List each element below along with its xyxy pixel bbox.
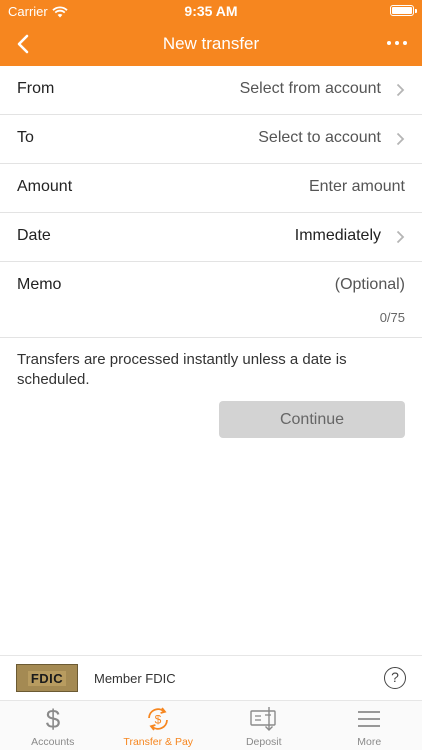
memo-input[interactable]: (Optional) (335, 276, 405, 294)
from-label: From (17, 80, 55, 97)
battery-icon (390, 5, 417, 16)
tab-bar: $ Accounts $ Transfer & Pay Deposit More (0, 700, 422, 750)
more-options-button[interactable] (382, 34, 412, 52)
dollar-icon: $ (46, 705, 61, 733)
svg-text:$: $ (155, 713, 162, 727)
continue-button[interactable]: Continue (219, 401, 405, 438)
transfer-note: Transfers are processed instantly unless… (17, 351, 347, 388)
app-header: Carrier 9:35 AM New transfer (0, 0, 422, 66)
status-time: 9:35 AM (184, 3, 238, 19)
help-icon[interactable]: ? (384, 667, 406, 689)
date-label: Date (17, 227, 51, 244)
memo-character-counter: 0/75 (379, 310, 405, 325)
check-deposit-icon (250, 707, 276, 731)
memo-row[interactable]: Memo (Optional) 0/75 (0, 262, 422, 338)
tab-transfer-pay[interactable]: $ Transfer & Pay (106, 701, 212, 750)
to-label: To (17, 129, 34, 146)
member-fdic-label: Member FDIC (94, 671, 176, 686)
svg-text:$: $ (46, 705, 61, 733)
date-value: Immediately (294, 227, 381, 244)
chevron-right-icon (396, 83, 405, 97)
tab-deposit[interactable]: Deposit (211, 701, 317, 750)
tab-transfer-pay-label: Transfer & Pay (123, 736, 194, 748)
tab-more-label: More (357, 736, 382, 748)
tab-accounts[interactable]: $ Accounts (0, 701, 106, 750)
chevron-right-icon (396, 230, 405, 244)
to-account-row[interactable]: To Select to account (0, 115, 422, 164)
date-row[interactable]: Date Immediately (0, 213, 422, 262)
memo-label: Memo (17, 276, 62, 293)
nav-bar: New transfer (0, 22, 422, 66)
amount-label: Amount (17, 178, 73, 195)
from-account-row[interactable]: From Select from account (0, 66, 422, 115)
from-value: Select from account (239, 80, 381, 97)
chevron-right-icon (396, 132, 405, 146)
tab-more[interactable]: More (317, 701, 422, 750)
status-bar: Carrier 9:35 AM (0, 0, 422, 22)
to-value: Select to account (258, 129, 381, 146)
transfer-form: From Select from account To Select to ac… (0, 66, 422, 338)
fdic-footer: FDIC Member FDIC ? (0, 655, 422, 700)
menu-icon (358, 711, 381, 727)
tab-deposit-label: Deposit (245, 736, 282, 748)
ellipsis-icon (387, 41, 391, 45)
fdic-logo: FDIC (16, 664, 78, 692)
page-title: New transfer (162, 34, 260, 53)
amount-row[interactable]: Amount Enter amount (0, 164, 422, 213)
tab-accounts-label: Accounts (31, 736, 75, 748)
transfer-dollar-icon: $ (148, 707, 169, 731)
amount-input[interactable]: Enter amount (309, 178, 405, 196)
